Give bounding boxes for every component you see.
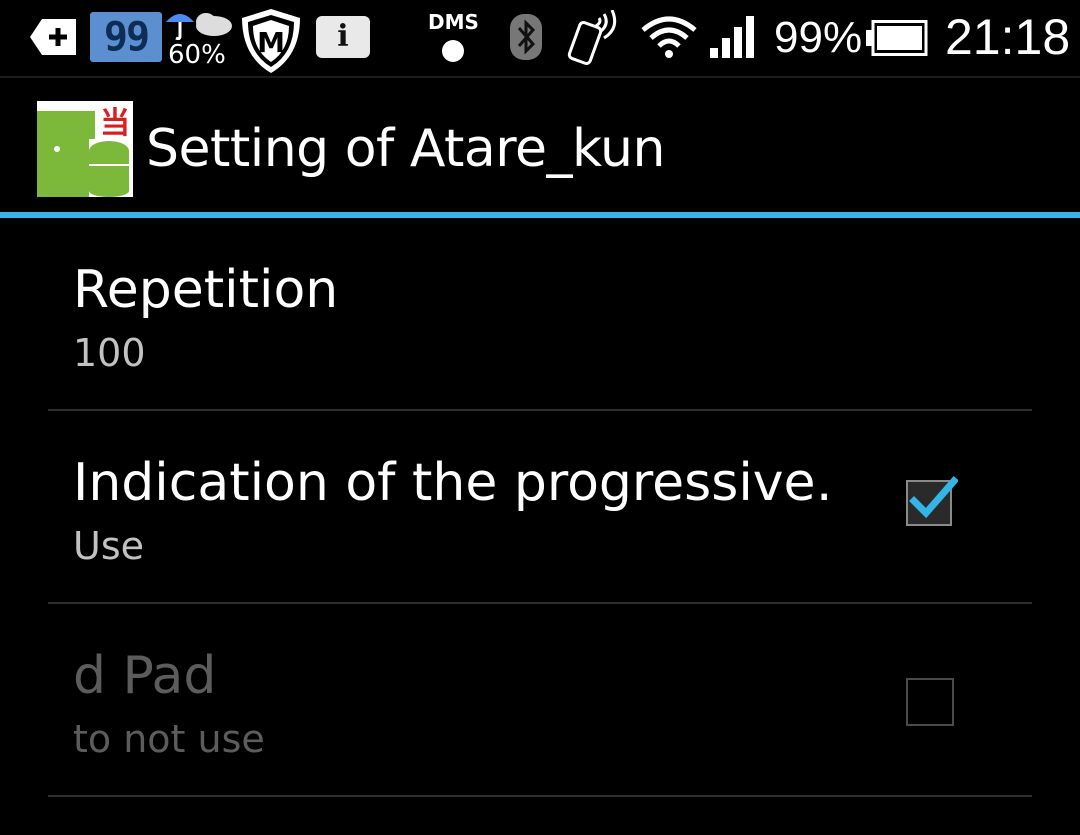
pref-title: d Pad: [73, 646, 217, 706]
action-bar: 当 Setting of Atare_kun: [0, 78, 1080, 212]
dms-status-dot-icon: [442, 40, 464, 62]
shield-security-icon: M: [242, 9, 300, 73]
info-notification-icon: i: [316, 16, 370, 58]
pref-summary: to not use: [73, 717, 265, 761]
status-bar: 99 60% M i DMS 99% 21:18: [0, 0, 1080, 78]
pref-title: Indication of the progressive…: [73, 453, 833, 513]
preference-list: Repetition 100 Indication of the progres…: [0, 218, 1080, 797]
nfc-icon: [567, 10, 617, 65]
clock-time: 21:18: [945, 9, 1071, 65]
dpad-checkbox[interactable]: [906, 678, 954, 726]
app-icon-badge: 当: [100, 106, 130, 141]
cell-signal-icon: [710, 16, 754, 58]
progress-indication-checkbox[interactable]: [904, 473, 958, 527]
shield-letter: M: [257, 26, 285, 59]
pref-summary: 100: [73, 331, 146, 375]
bluetooth-icon: [510, 14, 542, 60]
weather-umbrella-cloud-icon: [166, 13, 232, 40]
list-divider: [48, 795, 1032, 797]
pref-item-progress-indication[interactable]: Indication of the progressive… Use: [0, 411, 1080, 604]
pref-title: Repetition: [73, 260, 339, 320]
page-title: Setting of Atare_kun: [146, 119, 665, 179]
pref-item-dpad[interactable]: d Pad to not use: [0, 604, 1080, 797]
battery-widget-icon: 99: [90, 12, 162, 62]
pref-item-repetition[interactable]: Repetition 100: [0, 218, 1080, 411]
wifi-icon: [641, 16, 697, 58]
rain-chance-text: 60%: [168, 40, 226, 70]
pref-summary: Use: [73, 524, 144, 568]
battery-percent: 99%: [774, 13, 863, 62]
dms-label: DMS: [428, 10, 479, 34]
plus-tag-icon: [30, 19, 76, 55]
battery-icon: [866, 20, 928, 56]
app-icon[interactable]: 当: [37, 101, 133, 197]
